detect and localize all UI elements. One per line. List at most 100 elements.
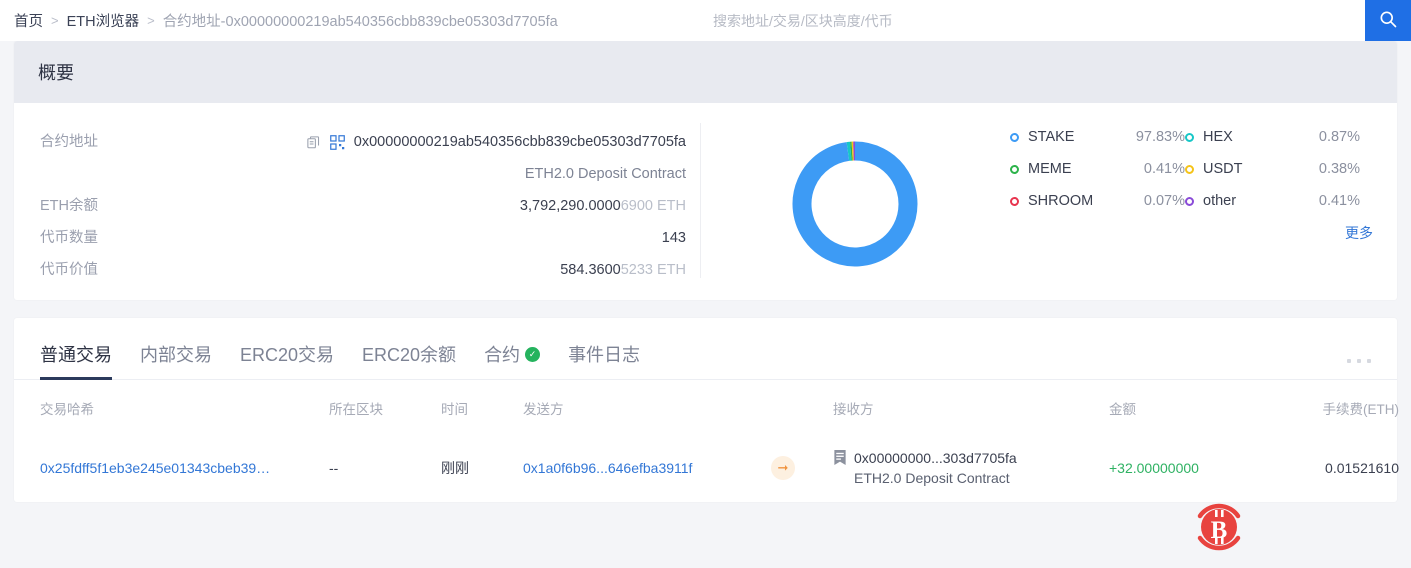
top-bar: 首页 > ETH浏览器 > 合约地址-0x00000000219ab540356… bbox=[0, 0, 1411, 41]
tab-3[interactable]: ERC20余额 bbox=[362, 341, 456, 379]
tab-5[interactable]: 事件日志 bbox=[568, 341, 640, 379]
breadcrumb-explorer[interactable]: ETH浏览器 bbox=[67, 10, 140, 31]
page-root: 首页 > ETH浏览器 > 合约地址-0x00000000219ab540356… bbox=[0, 0, 1411, 568]
search-bar bbox=[701, 0, 1411, 41]
table-body: 0x25fdff5f1eb3e245e01343cbeb39… -- 刚刚 0x… bbox=[14, 434, 1411, 502]
legend-item-hex[interactable]: HEX 0.87% bbox=[1185, 129, 1360, 145]
legend-item-usdt[interactable]: USDT 0.38% bbox=[1185, 161, 1360, 177]
info-row-token-value: 代币价值 584.36005233 ETH bbox=[40, 259, 686, 281]
legend-item-stake[interactable]: STAKE 97.83% bbox=[1010, 129, 1185, 145]
tab-label: ERC20交易 bbox=[240, 345, 335, 365]
cell-time: 刚刚 bbox=[441, 460, 469, 476]
tab-label: ERC20余额 bbox=[362, 345, 457, 365]
summary-card-header: 概要 bbox=[14, 41, 1397, 103]
cell-amount: +32.00000000 bbox=[1109, 460, 1199, 476]
legend-label: HEX bbox=[1203, 129, 1233, 145]
legend-percent: 0.41% bbox=[1318, 193, 1360, 209]
legend-label: STAKE bbox=[1028, 129, 1075, 145]
tab-2[interactable]: ERC20交易 bbox=[240, 341, 334, 379]
contract-name-text: ETH2.0 Deposit Contract bbox=[524, 166, 686, 182]
legend-label: SHROOM bbox=[1028, 193, 1094, 209]
contract-address-text: 0x00000000219ab540356cbb839cbe05303d7705… bbox=[353, 134, 686, 150]
label-contract-address: 合约地址 bbox=[40, 134, 98, 150]
legend-percent: 0.38% bbox=[1318, 161, 1360, 177]
cell-to-address[interactable]: 0x00000000...303d7705fa bbox=[854, 450, 1017, 466]
verified-check-icon: ✓ bbox=[525, 346, 541, 362]
legend-dot-icon bbox=[1010, 196, 1019, 206]
tab-1[interactable]: 内部交易 bbox=[140, 341, 212, 379]
qrcode-icon[interactable] bbox=[329, 134, 345, 150]
breadcrumb-home[interactable]: 首页 bbox=[14, 10, 43, 31]
summary-title: 概要 bbox=[38, 63, 74, 83]
header-hash: 交易哈希 bbox=[40, 402, 94, 417]
info-row-token-count: 代币数量 143 bbox=[40, 227, 686, 249]
cell-block: -- bbox=[329, 460, 339, 476]
search-button[interactable] bbox=[1365, 0, 1411, 41]
eth-balance-dim: 6900 ETH bbox=[620, 198, 686, 214]
legend-percent: 0.41% bbox=[1143, 161, 1185, 177]
cell-fee: 0.01521610 bbox=[1325, 460, 1399, 476]
table-header-row: 交易哈希 所在区块 时间 发送方 接收方 金额 手续费(ETH) bbox=[14, 380, 1411, 434]
tab-label: 普通交易 bbox=[40, 345, 112, 365]
eth-balance-main: 3,792,290.0000 bbox=[519, 198, 621, 214]
header-amount: 金额 bbox=[1109, 402, 1136, 417]
donut-chart-svg bbox=[792, 141, 918, 266]
label-eth-balance: ETH余额 bbox=[40, 198, 98, 214]
legend-item-other[interactable]: other 0.41% bbox=[1185, 193, 1360, 209]
cell-from-address[interactable]: 0x1a0f6b96...646efba3911f bbox=[523, 460, 692, 476]
copy-icon[interactable] bbox=[306, 135, 321, 150]
token-legend: STAKE 97.83% HEX 0.87% MEME 0.41% USDT 0.38% SHR… bbox=[1010, 103, 1397, 300]
svg-text:B: B bbox=[1211, 517, 1228, 544]
header-to: 接收方 bbox=[833, 402, 874, 417]
header-block: 所在区块 bbox=[329, 402, 383, 417]
transactions-table: 交易哈希 所在区块 时间 发送方 接收方 金额 手续费(ETH) 0x25fdf… bbox=[14, 380, 1411, 502]
summary-body: 合约地址 0x00000000219ab540356cbb839cbe05303… bbox=[14, 103, 1397, 300]
tab-label: 合约 bbox=[484, 345, 521, 365]
tab-4[interactable]: 合约 ✓ bbox=[484, 341, 541, 379]
tab-label: 内部交易 bbox=[140, 345, 212, 365]
cell-to-contract-name: ETH2.0 Deposit Contract bbox=[854, 470, 1010, 486]
legend-item-meme[interactable]: MEME 0.41% bbox=[1010, 161, 1185, 177]
tab-label: 事件日志 bbox=[568, 345, 641, 365]
legend-item-shroom[interactable]: SHROOM 0.07% bbox=[1010, 193, 1185, 209]
header-time: 时间 bbox=[441, 402, 468, 417]
token-distribution-chart bbox=[700, 103, 1010, 300]
legend-label: MEME bbox=[1028, 161, 1072, 177]
tab-bar: 普通交易 内部交易 ERC20交易 ERC20余额 合约 ✓ 事件日志 bbox=[14, 318, 1397, 380]
legend-dot-icon bbox=[1010, 132, 1019, 142]
more-options-icon[interactable] bbox=[1347, 359, 1371, 379]
summary-divider bbox=[700, 123, 701, 278]
bitcoin-logo: B bbox=[1188, 496, 1250, 558]
legend-percent: 0.07% bbox=[1143, 193, 1185, 209]
label-token-count: 代币数量 bbox=[40, 230, 98, 246]
contract-doc-icon bbox=[833, 450, 847, 468]
legend-dot-icon bbox=[1185, 196, 1194, 206]
tab-0[interactable]: 普通交易 bbox=[40, 341, 112, 380]
search-input[interactable] bbox=[701, 0, 1365, 41]
breadcrumb: 首页 > ETH浏览器 > 合约地址-0x00000000219ab540356… bbox=[0, 10, 558, 31]
legend-percent: 0.87% bbox=[1318, 129, 1360, 145]
header-from: 发送方 bbox=[523, 402, 564, 417]
header-arrow bbox=[771, 380, 833, 434]
search-icon bbox=[1378, 9, 1398, 32]
value-contract-address: 0x00000000219ab540356cbb839cbe05303d7705… bbox=[220, 131, 686, 153]
token-value-main: 584.3600 bbox=[560, 262, 621, 278]
direction-arrow-icon: ➞ bbox=[771, 456, 795, 480]
info-row-contract-name: ETH2.0 Deposit Contract bbox=[40, 163, 686, 185]
cell-tx-hash[interactable]: 0x25fdff5f1eb3e245e01343cbeb39… bbox=[40, 460, 270, 476]
info-row-address: 合约地址 0x00000000219ab540356cbb839cbe05303… bbox=[40, 131, 686, 153]
table-row[interactable]: 0x25fdff5f1eb3e245e01343cbeb39… -- 刚刚 0x… bbox=[14, 434, 1411, 502]
info-row-eth-balance: ETH余额 3,792,290.00006900 ETH bbox=[40, 195, 686, 217]
table-header: 交易哈希 所在区块 时间 发送方 接收方 金额 手续费(ETH) bbox=[14, 380, 1411, 434]
legend-dot-icon bbox=[1185, 132, 1194, 142]
legend-dot-icon bbox=[1010, 164, 1019, 174]
breadcrumb-current: 合约地址-0x00000000219ab540356cbb839cbe05303… bbox=[162, 14, 558, 30]
legend-more-link[interactable]: 更多 bbox=[1010, 223, 1375, 243]
legend-label: USDT bbox=[1203, 161, 1243, 177]
token-count-value: 143 bbox=[661, 230, 686, 246]
legend-dot-icon bbox=[1185, 164, 1194, 174]
label-token-value: 代币价值 bbox=[40, 262, 98, 278]
contract-info-column: 合约地址 0x00000000219ab540356cbb839cbe05303… bbox=[14, 103, 700, 300]
token-value-dim: 5233 ETH bbox=[620, 262, 686, 278]
breadcrumb-separator-2: > bbox=[147, 13, 155, 28]
